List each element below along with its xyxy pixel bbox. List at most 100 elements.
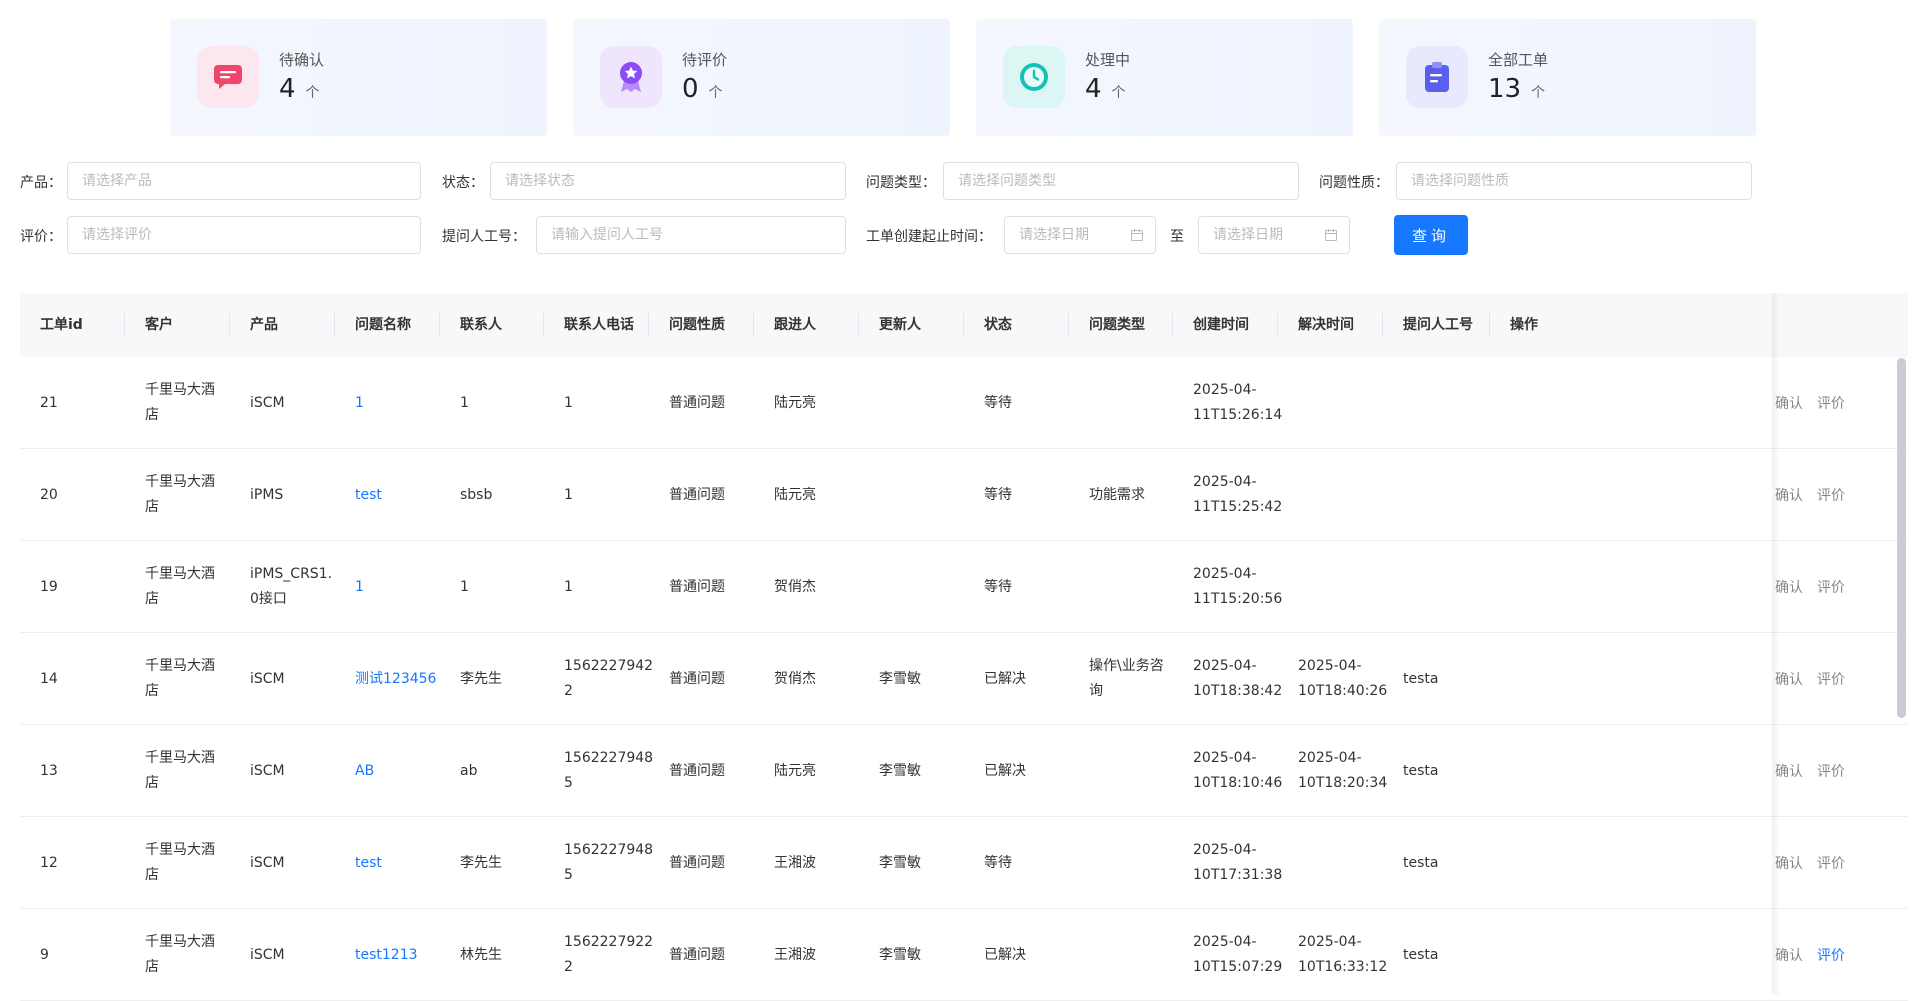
cell-line: 10T18:20:34 — [1298, 775, 1388, 791]
cell-text: testa — [1403, 670, 1439, 687]
row-actions: 确认 评价 — [1775, 817, 1859, 909]
cell-text: 等待 — [984, 578, 1012, 595]
column-header: 问题类型 — [1089, 317, 1145, 333]
cell-product: iSCM — [230, 725, 335, 817]
cell-text: 陆元亮 — [774, 486, 816, 503]
stat-unit: 个 — [305, 85, 320, 101]
cell-asker: testa — [1383, 633, 1490, 725]
status-select[interactable]: 请选择状态 — [490, 162, 846, 200]
cell-text: 贺俏杰 — [774, 670, 816, 687]
rate-action[interactable]: 评价 — [1817, 393, 1845, 413]
cell-text: 李雪敏 — [879, 670, 921, 687]
product-select[interactable]: 请选择产品 — [67, 162, 421, 200]
cell-line: 店 — [145, 499, 159, 515]
cell-line: 千里马大酒 — [145, 566, 215, 582]
rate-action[interactable]: 评价 — [1817, 945, 1845, 965]
cell-line: 千里马大酒 — [145, 658, 215, 674]
start-date-picker[interactable]: 请选择日期 — [1004, 216, 1156, 254]
issue-name-link[interactable]: test — [355, 851, 382, 876]
cell-id: 19 — [20, 541, 125, 633]
issue-name-link[interactable]: test1213 — [355, 943, 418, 968]
clock-icon — [1003, 46, 1065, 108]
rate-action[interactable]: 评价 — [1817, 669, 1845, 689]
end-date-placeholder: 请选择日期 — [1213, 227, 1283, 243]
cell-name[interactable]: 1 — [335, 357, 440, 449]
cell-text: 李先生 — [460, 854, 502, 871]
cell-text: ab — [460, 762, 478, 779]
query-button[interactable]: 查询 — [1394, 215, 1468, 255]
row-actions: 确认 评价 — [1775, 449, 1859, 541]
issue-type-select[interactable]: 请选择问题类型 — [943, 162, 1299, 200]
cell-name[interactable]: test — [335, 817, 440, 909]
column-header: 产品 — [250, 317, 278, 333]
table-row[interactable]: 19 千里马大酒店 iPMS_CRS1. 0接口 1 1 1 普通问题 贺俏杰 等待 2025-04… — [20, 541, 1908, 633]
stat-card-pending-rating[interactable]: 待评价 0个 — [573, 19, 950, 136]
table-row[interactable]: 14 千里马大酒店 iSCM 测试123456 李先生 1562227942 2 普通问题 贺俏… — [20, 633, 1908, 725]
issue-name-link[interactable]: AB — [355, 759, 374, 784]
issue-name-link[interactable]: 1 — [355, 391, 364, 416]
cell-line: 5 — [564, 775, 573, 791]
vertical-scrollbar[interactable] — [1897, 358, 1906, 718]
cell-line: iSCM — [250, 394, 285, 411]
cell-text: 陆元亮 — [774, 394, 816, 411]
asker-id-input[interactable]: 请输入提问人工号 — [536, 216, 846, 254]
stat-label: 处理中 — [1085, 51, 1131, 69]
cell-type — [1069, 357, 1173, 449]
issue-nature-select[interactable]: 请选择问题性质 — [1396, 162, 1752, 200]
cell-follower: 贺俏杰 — [754, 541, 859, 633]
cell-line: 1 — [564, 394, 573, 411]
cell-text: 林先生 — [460, 946, 502, 963]
stat-card-all-tickets[interactable]: 全部工单 13 个 — [1379, 19, 1756, 136]
cell-type: 操作\业务咨询 — [1069, 633, 1173, 725]
cell-line: 11T15:26:14 — [1193, 407, 1283, 423]
cell-name[interactable]: AB — [335, 725, 440, 817]
cell-customer: 千里马大酒店 — [125, 909, 230, 1001]
column-header: 解决时间 — [1298, 317, 1354, 333]
cell-line: 2025-04- — [1298, 658, 1362, 674]
cell-name[interactable]: 测试123456 — [335, 633, 440, 725]
stat-label: 全部工单 — [1488, 51, 1549, 69]
cell-line: 10T18:40:26 — [1298, 683, 1388, 699]
table-row[interactable]: 9 千里马大酒店 iSCM test1213 林先生 1562227922 2 普通问题 王湘波… — [20, 909, 1908, 1001]
cell-name[interactable]: test — [335, 449, 440, 541]
cell-line: 2 — [564, 959, 573, 975]
cell-created: 2025-04- 11T15:25:42 — [1173, 449, 1282, 541]
cell-id: 20 — [20, 449, 125, 541]
rate-action[interactable]: 评价 — [1817, 761, 1845, 781]
cell-resolved: 2025-04- 10T18:40:26 — [1278, 633, 1387, 725]
cell-line: 10T17:31:38 — [1193, 867, 1283, 883]
column-header: 工单id — [40, 317, 83, 333]
cell-phone: 1562227948 5 — [544, 725, 653, 817]
cell-contact: 1 — [440, 541, 544, 633]
cell-asker — [1383, 541, 1490, 633]
cell-status: 等待 — [964, 449, 1069, 541]
issue-name-link[interactable]: 测试123456 — [355, 667, 436, 692]
rate-action[interactable]: 评价 — [1817, 853, 1845, 873]
table-row[interactable]: 20 千里马大酒店 iPMS test sbsb 1 普通问题 陆元亮 等待 功能需求 2025-0… — [20, 449, 1908, 541]
column-header: 提问人工号 — [1403, 317, 1473, 333]
cell-resolved — [1278, 449, 1383, 541]
stat-card-processing[interactable]: 处理中 4个 — [976, 19, 1353, 136]
table-row[interactable]: 21 千里马大酒店 iSCM 1 1 1 普通问题 陆元亮 等待 2025-04- 11T15:26… — [20, 357, 1908, 449]
cell-line: 店 — [145, 775, 159, 791]
cell-name[interactable]: test1213 — [335, 909, 440, 1001]
rate-action[interactable]: 评价 — [1817, 485, 1845, 505]
issue-name-link[interactable]: 1 — [355, 575, 364, 600]
cell-line: 2025-04- — [1193, 750, 1257, 766]
issue-name-link[interactable]: test — [355, 483, 382, 508]
cell-line: 1562227922 — [564, 934, 654, 950]
stat-card-pending-confirm[interactable]: 待确认 4个 — [170, 19, 547, 136]
rate-action[interactable]: 评价 — [1817, 577, 1845, 597]
table-row[interactable]: 12 千里马大酒店 iSCM test 李先生 1562227948 5 普通问题 王湘波 李雪敏… — [20, 817, 1908, 909]
cell-product: iSCM — [230, 633, 335, 725]
cell-type — [1069, 541, 1173, 633]
cell-text: 等待 — [984, 854, 1012, 871]
table-row[interactable]: 13 千里马大酒店 iSCM AB ab 1562227948 5 普通问题 陆元亮 李雪敏 已解决… — [20, 725, 1908, 817]
cell-name[interactable]: 1 — [335, 541, 440, 633]
cell-nature: 普通问题 — [649, 633, 754, 725]
stat-value: 0 — [682, 74, 699, 104]
rating-select[interactable]: 请选择评价 — [67, 216, 421, 254]
cell-text: testa — [1403, 762, 1439, 779]
cell-follower: 陆元亮 — [754, 357, 859, 449]
end-date-picker[interactable]: 请选择日期 — [1198, 216, 1350, 254]
